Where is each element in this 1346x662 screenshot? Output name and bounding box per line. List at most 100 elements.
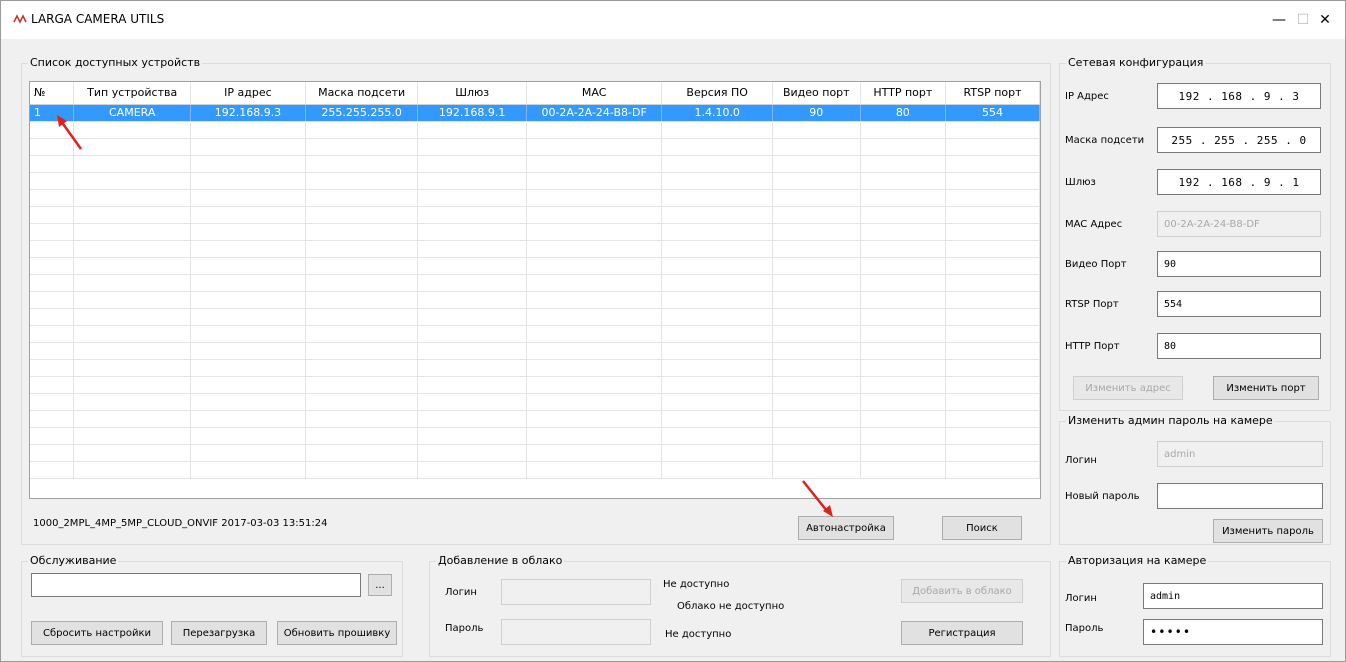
column-header-firmware[interactable]: Версия ПО [661, 82, 773, 105]
add-to-cloud-button[interactable]: Добавить в облако [901, 579, 1023, 603]
auth-login-input[interactable]: admin [1143, 583, 1323, 609]
auth-password-label: Пароль [1065, 623, 1104, 634]
gateway-input[interactable]: 192 . 168 . 9 . 1 [1157, 169, 1321, 195]
table-cell [305, 444, 419, 462]
table-cell [305, 206, 419, 224]
video-port-input[interactable]: 90 [1157, 251, 1321, 277]
table-cell [417, 342, 527, 360]
cloud-unavailable-text: Облако не доступно [677, 601, 785, 612]
reset-settings-button[interactable]: Сбросить настройки [31, 621, 163, 645]
column-header-mac[interactable]: MAC [526, 82, 663, 105]
auth-login-label: Логин [1065, 593, 1097, 604]
reboot-button[interactable]: Перезагрузка [171, 621, 267, 645]
table-cell [190, 223, 306, 241]
table-cell [417, 444, 527, 462]
table-cell [417, 427, 527, 445]
table-cell [190, 342, 306, 360]
table-cell [190, 308, 306, 326]
close-button[interactable]: ✕ [1305, 7, 1345, 33]
table-cell [772, 325, 861, 343]
table-cell [945, 240, 1040, 258]
column-header-mask[interactable]: Маска подсети [305, 82, 419, 105]
table-cell [945, 410, 1040, 428]
table-cell [73, 257, 192, 275]
table-cell [772, 240, 861, 258]
table-cell: 554 [945, 104, 1040, 122]
table-cell [417, 223, 527, 241]
table-cell: 80 [860, 104, 947, 122]
table-cell [945, 172, 1040, 190]
rtsp-port-input[interactable]: 554 [1157, 291, 1321, 317]
table-cell [30, 325, 75, 343]
table-cell [945, 121, 1040, 139]
table-cell [661, 410, 773, 428]
table-cell [526, 308, 663, 326]
table-row[interactable]: 1 CAMERA 192.168.9.3 255.255.255.0 192.1… [30, 104, 1040, 122]
column-header-rtsp-port[interactable]: RTSP порт [945, 82, 1040, 105]
search-button[interactable]: Поиск [942, 516, 1022, 540]
device-table[interactable]: № Тип устройства IP адрес Маска подсети … [29, 81, 1041, 499]
new-password-input[interactable] [1157, 483, 1323, 509]
change-address-button[interactable]: Изменить адрес [1073, 376, 1183, 400]
column-header-ip[interactable]: IP адрес [190, 82, 306, 105]
table-cell [860, 325, 947, 343]
table-cell: 192.168.9.1 [417, 104, 527, 122]
firmware-file-input[interactable] [31, 573, 361, 597]
table-cell [30, 461, 75, 479]
auth-password-input[interactable]: ••••• [1143, 619, 1323, 645]
table-cell [661, 172, 773, 190]
change-port-button[interactable]: Изменить порт [1213, 376, 1319, 400]
register-button[interactable]: Регистрация [901, 621, 1023, 645]
column-header-gateway[interactable]: Шлюз [417, 82, 527, 105]
ip-address-input[interactable]: 192 . 168 . 9 . 3 [1157, 83, 1321, 109]
subnet-mask-input[interactable]: 255 . 255 . 255 . 0 [1157, 127, 1321, 153]
table-cell [772, 410, 861, 428]
table-cell [526, 172, 663, 190]
table-cell [305, 291, 419, 309]
autoconfig-button[interactable]: Автонастройка [798, 516, 894, 540]
table-cell [526, 240, 663, 258]
http-port-input[interactable]: 80 [1157, 333, 1321, 359]
table-cell [73, 410, 192, 428]
table-cell [30, 172, 75, 190]
table-cell [772, 138, 861, 156]
column-header-number[interactable]: № [30, 82, 75, 105]
column-header-video-port[interactable]: Видео порт [772, 82, 861, 105]
table-cell [772, 393, 861, 411]
table-cell [945, 308, 1040, 326]
table-cell [526, 155, 663, 173]
column-header-http-port[interactable]: HTTP порт [860, 82, 947, 105]
table-cell [945, 325, 1040, 343]
table-cell [305, 376, 419, 394]
new-password-label: Новый пароль [1065, 491, 1140, 502]
table-cell [860, 206, 947, 224]
table-cell: 00-2A-2A-24-B8-DF [526, 104, 663, 122]
table-cell [417, 206, 527, 224]
table-cell [30, 444, 75, 462]
table-cell [305, 342, 419, 360]
update-firmware-button[interactable]: Обновить прошивку [277, 621, 397, 645]
table-cell [772, 172, 861, 190]
table-cell [30, 410, 75, 428]
table-cell [772, 274, 861, 292]
change-password-button[interactable]: Изменить пароль [1213, 519, 1323, 543]
table-cell [945, 223, 1040, 241]
table-cell [190, 240, 306, 258]
table-cell [305, 138, 419, 156]
table-row-empty [30, 376, 1040, 394]
table-cell [860, 121, 947, 139]
table-cell [772, 427, 861, 445]
table-cell [30, 240, 75, 258]
close-icon: ✕ [1319, 12, 1331, 28]
browse-button[interactable]: ... [368, 574, 392, 596]
cloud-password-input [501, 619, 651, 645]
table-cell [73, 274, 192, 292]
column-header-device-type[interactable]: Тип устройства [73, 82, 192, 105]
table-cell [305, 223, 419, 241]
main-window: LARGA CAMERA UTILS — ☐ ✕ Список доступны… [0, 0, 1346, 662]
table-cell [30, 291, 75, 309]
table-cell [661, 376, 773, 394]
table-cell [190, 138, 306, 156]
table-row-empty [30, 240, 1040, 258]
table-cell [417, 257, 527, 275]
